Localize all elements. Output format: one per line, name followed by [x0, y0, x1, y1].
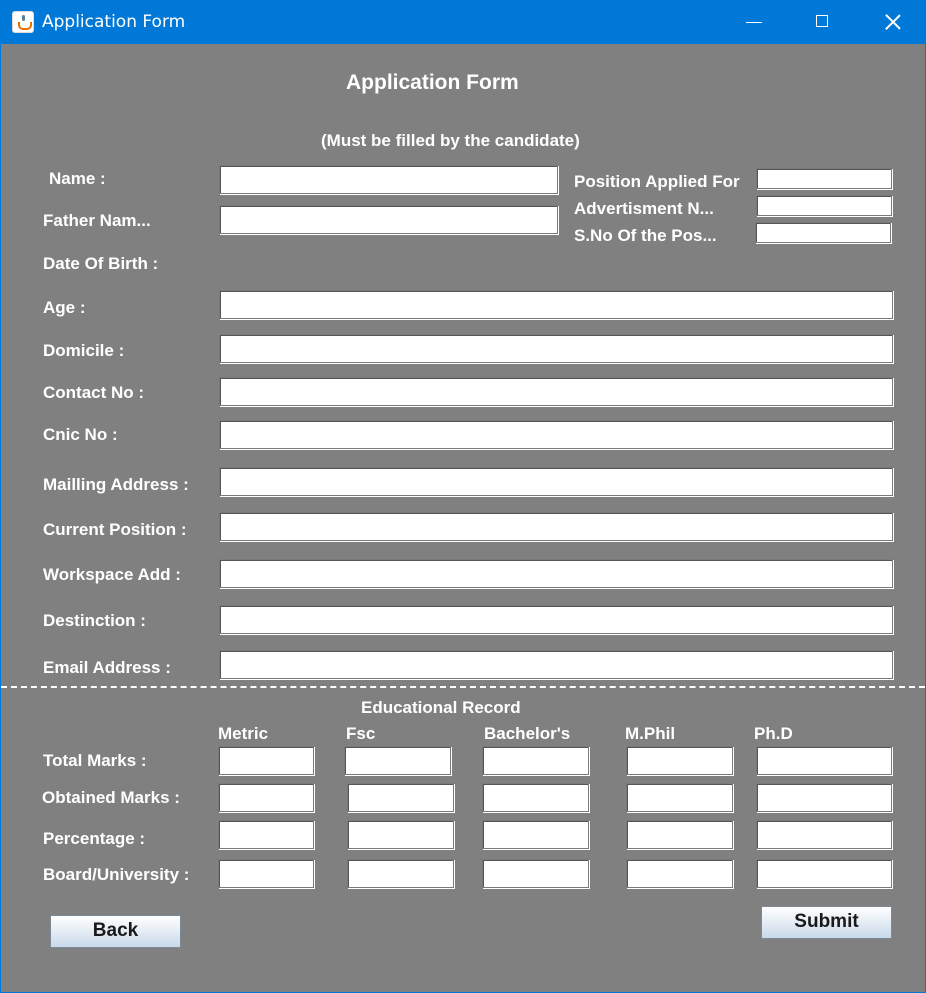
- window-title: Application Form: [42, 12, 186, 32]
- submit-button[interactable]: Submit: [761, 906, 892, 939]
- total-marks-bachelors-input[interactable]: [482, 746, 589, 775]
- name-label: Name :: [49, 169, 106, 188]
- cnic-no-input[interactable]: [219, 420, 893, 449]
- obtained-marks-metric-input[interactable]: [218, 783, 314, 812]
- close-icon: [884, 13, 902, 31]
- board-fsc-input[interactable]: [347, 859, 454, 888]
- total-marks-metric-input[interactable]: [218, 746, 314, 775]
- board-bachelors-input[interactable]: [482, 859, 589, 888]
- form-heading: Application Form: [346, 71, 519, 94]
- board-phd-input[interactable]: [756, 859, 892, 888]
- java-app-icon: [12, 11, 34, 33]
- educational-record-title: Educational Record: [361, 698, 521, 717]
- minimize-icon: [746, 22, 762, 23]
- position-applied-input[interactable]: [756, 168, 892, 189]
- form-subheading: (Must be filled by the candidate): [321, 131, 580, 150]
- close-button[interactable]: [858, 1, 926, 44]
- advertisment-no-label: Advertisment N...: [574, 199, 714, 218]
- col-header-mphil: M.Phil: [625, 724, 676, 743]
- percentage-fsc-input[interactable]: [347, 820, 454, 849]
- sno-post-label: S.No Of the Pos...: [574, 226, 717, 245]
- obtained-marks-fsc-input[interactable]: [347, 783, 454, 812]
- title-bar[interactable]: Application Form: [1, 1, 925, 44]
- mailing-address-input[interactable]: [219, 467, 893, 496]
- domicile-label: Domicile :: [43, 341, 125, 360]
- maximize-icon: [816, 15, 828, 27]
- maximize-button[interactable]: [788, 1, 856, 44]
- row-label-obtained-marks: Obtained Marks :: [42, 788, 180, 807]
- total-marks-mphil-input[interactable]: [626, 746, 733, 775]
- age-label: Age :: [43, 298, 86, 317]
- obtained-marks-phd-input[interactable]: [756, 783, 892, 812]
- dob-label: Date Of Birth :: [43, 254, 159, 273]
- current-position-input[interactable]: [219, 512, 893, 541]
- application-window: Application Form Application Form (Must …: [0, 0, 926, 993]
- percentage-bachelors-input[interactable]: [482, 820, 589, 849]
- minimize-button[interactable]: [720, 1, 788, 44]
- cnic-label: Cnic No :: [43, 425, 118, 444]
- father-name-label: Father Nam...: [43, 211, 151, 230]
- contact-no-input[interactable]: [219, 377, 893, 406]
- contact-label: Contact No :: [43, 383, 145, 402]
- row-label-board-university: Board/University :: [43, 865, 190, 884]
- email-address-input[interactable]: [219, 650, 893, 679]
- percentage-metric-input[interactable]: [218, 820, 314, 849]
- percentage-mphil-input[interactable]: [626, 820, 733, 849]
- domicile-input[interactable]: [219, 334, 893, 363]
- obtained-marks-mphil-input[interactable]: [626, 783, 733, 812]
- name-input[interactable]: [219, 165, 558, 194]
- distinction-input[interactable]: [219, 605, 893, 634]
- percentage-phd-input[interactable]: [756, 820, 892, 849]
- total-marks-phd-input[interactable]: [756, 746, 892, 775]
- mailing-address-label: Mailling Address :: [43, 475, 189, 494]
- col-header-metric: Metric: [218, 724, 269, 743]
- workspace-address-input[interactable]: [219, 559, 893, 588]
- col-header-bachelors: Bachelor's: [484, 724, 571, 743]
- email-label: Email Address :: [43, 658, 171, 677]
- section-divider: [1, 686, 925, 688]
- back-button[interactable]: Back: [50, 915, 181, 948]
- advertisment-no-input[interactable]: [756, 195, 892, 216]
- father-name-input[interactable]: [219, 205, 558, 234]
- position-applied-label: Position Applied For: [574, 172, 740, 191]
- sno-post-input[interactable]: [755, 222, 891, 243]
- total-marks-fsc-input[interactable]: [344, 746, 451, 775]
- col-header-phd: Ph.D: [754, 724, 793, 743]
- workspace-address-label: Workspace Add :: [43, 565, 181, 584]
- row-label-percentage: Percentage :: [43, 829, 146, 848]
- age-input[interactable]: [219, 290, 893, 319]
- board-metric-input[interactable]: [218, 859, 314, 888]
- distinction-label: Destinction :: [43, 611, 146, 630]
- current-position-label: Current Position :: [43, 520, 187, 539]
- board-mphil-input[interactable]: [626, 859, 733, 888]
- col-header-fsc: Fsc: [346, 724, 376, 743]
- row-label-total-marks: Total Marks :: [43, 751, 147, 770]
- obtained-marks-bachelors-input[interactable]: [482, 783, 589, 812]
